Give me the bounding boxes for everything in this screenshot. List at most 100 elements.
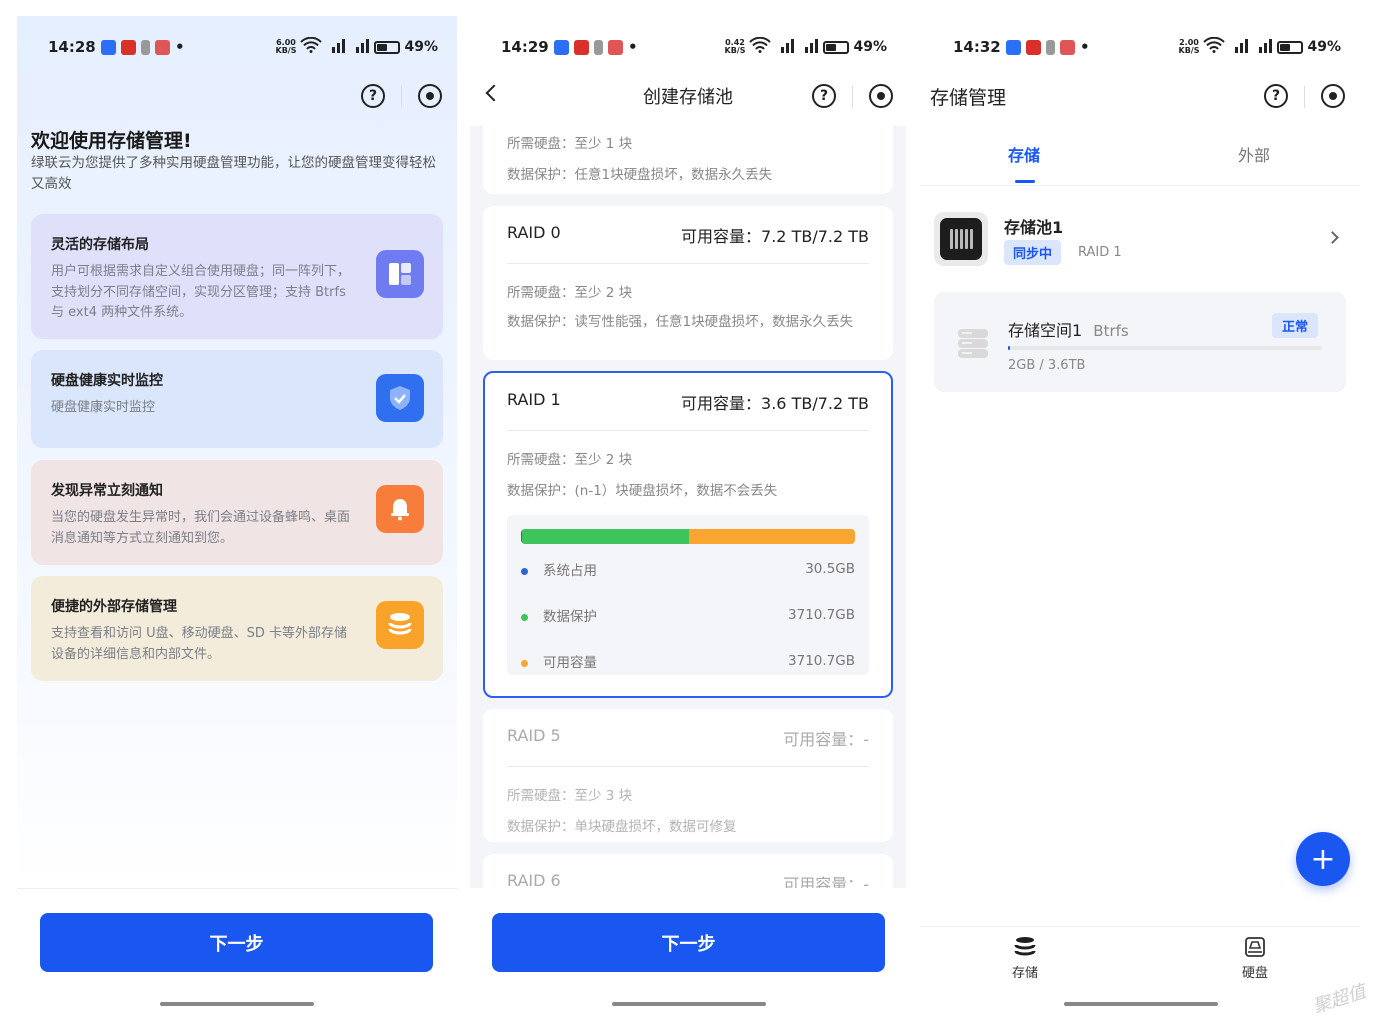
raid-capacity: 可用容量：7.2 TB/7.2 TB — [681, 227, 869, 246]
help-icon[interactable]: ? — [1264, 84, 1288, 108]
legend-row: 数据保护 3710.7GB — [521, 592, 855, 638]
battery-icon — [1277, 40, 1304, 54]
chevron-right-icon[interactable] — [1326, 231, 1339, 244]
layout-icon — [376, 250, 424, 298]
signal-icon — [350, 37, 370, 57]
next-button[interactable]: 下一步 — [492, 913, 885, 972]
raid-name: RAID 1 — [507, 390, 561, 409]
notification-icons: • — [1006, 38, 1090, 56]
battery-level: 49% — [404, 39, 438, 55]
hard-drive-icon — [1225, 936, 1285, 962]
pool-name[interactable]: 存储池1 — [1004, 214, 1063, 238]
divider — [1304, 86, 1305, 108]
home-indicator[interactable] — [160, 1002, 314, 1006]
add-button[interactable]: + — [1296, 832, 1350, 886]
app-icon — [1046, 39, 1055, 55]
feature-title: 发现异常立刻通知 — [51, 483, 163, 499]
home-indicator[interactable] — [1064, 1002, 1218, 1006]
status-bar: 14:28 • 6.00 KB/S 49% — [17, 36, 457, 58]
tab-indicator — [1015, 180, 1035, 183]
required-disks: 所需硬盘：至少 3 块 — [507, 788, 633, 804]
app-icon — [121, 39, 136, 55]
signal-icon — [799, 37, 819, 57]
app-icon — [141, 39, 150, 55]
status-bar: 14:29 • 0.42 KB/S 49% — [470, 36, 906, 58]
raid-header: RAID 0 可用容量：7.2 TB/7.2 TB — [507, 206, 869, 264]
nav-item-disk[interactable]: 硬盘 — [1225, 936, 1285, 981]
signal-icon — [326, 37, 346, 57]
more-dot-icon: • — [628, 38, 638, 56]
space-name: 存储空间1 — [1008, 321, 1083, 340]
raid-capacity: 可用容量：- — [783, 730, 869, 749]
alipay-icon — [101, 39, 116, 55]
system-indicators: 2.00 KB/S 49% — [1179, 36, 1341, 57]
raid-card-single[interactable]: 所需硬盘：至少 1 块 数据保护：任意1块硬盘损坏，数据永久丢失 — [483, 126, 893, 194]
capacity-bar — [521, 529, 855, 544]
divider — [920, 926, 1360, 927]
notification-icons: • — [554, 38, 638, 56]
feature-title: 灵活的存储布局 — [51, 237, 149, 253]
usage-bar-fill — [1008, 346, 1010, 350]
feature-card: 便捷的外部存储管理 支持查看和访问 U盘、移动硬盘、SD 卡等外部存储设备的详细… — [31, 576, 443, 681]
wifi-icon — [1203, 36, 1226, 57]
dot-icon — [521, 614, 528, 621]
bar-segment-protection — [522, 529, 689, 544]
space-title: 存储空间1 Btrfs — [1008, 317, 1129, 341]
home-indicator[interactable] — [612, 1002, 766, 1006]
raid-card-1[interactable]: RAID 1 可用容量：3.6 TB/7.2 TB 所需硬盘：至少 2 块 数据… — [483, 371, 893, 698]
more-dot-icon: • — [1080, 38, 1090, 56]
required-disks: 所需硬盘：至少 1 块 — [507, 136, 633, 152]
data-protection: 数据保护：(n-1）块硬盘损坏，数据不会丢失 — [507, 483, 778, 499]
wifi-icon — [749, 36, 772, 57]
divider — [852, 86, 853, 108]
status-badge: 正常 — [1272, 313, 1319, 338]
storage-manage-screen: 14:32 • 2.00 KB/S 49% 存储管理 ? 存储 外部 存储池1 同… — [920, 16, 1360, 1034]
battery-icon — [823, 40, 850, 54]
raid-card-0[interactable]: RAID 0 可用容量：7.2 TB/7.2 TB 所需硬盘：至少 2 块 数据… — [483, 206, 893, 360]
divider — [17, 888, 457, 889]
capacity-legend: 系统占用 30.5GB 数据保护 3710.7GB 可用容量 3710.7GB — [521, 546, 855, 684]
database-icon — [376, 601, 424, 649]
help-icon[interactable]: ? — [812, 84, 836, 108]
filesystem: Btrfs — [1093, 322, 1129, 340]
feature-title: 硬盘健康实时监控 — [51, 373, 163, 389]
divider — [401, 86, 402, 108]
legend-label: 数据保护 — [543, 609, 597, 625]
data-protection: 数据保护：单块硬盘损坏，数据可修复 — [507, 819, 737, 835]
create-pool-screen: 14:29 • 0.42 KB/S 49% 创建存储池 ? 所需硬盘：至少 1 块… — [470, 16, 906, 1034]
battery-icon — [374, 40, 401, 54]
feature-title: 便捷的外部存储管理 — [51, 599, 177, 615]
feature-desc: 当您的硬盘发生异常时，我们会通过设备蜂鸣、桌面消息通知等方式立刻通知到您。 — [51, 510, 351, 546]
app-icon — [594, 39, 603, 55]
welcome-screen: 14:28 • 6.00 KB/S 49% ? 欢迎使用存储管理! 绿联云为您提供… — [17, 16, 457, 1034]
next-button[interactable]: 下一步 — [40, 913, 433, 972]
clock: 14:29 — [501, 38, 549, 56]
tab-storage[interactable]: 存储 — [1008, 142, 1040, 166]
bar-segment-available — [688, 529, 855, 544]
feature-desc: 用户可根据需求自定义组合使用硬盘；同一阵列下，支持划分不同存储空间，实现分区管理… — [51, 264, 351, 320]
nav-item-storage[interactable]: 存储 — [995, 936, 1055, 981]
signal-icon — [775, 37, 795, 57]
clock: 14:28 — [48, 38, 96, 56]
tab-external[interactable]: 外部 — [1238, 142, 1270, 166]
target-icon[interactable] — [869, 84, 893, 108]
status-bar: 14:32 • 2.00 KB/S 49% — [920, 36, 1360, 58]
data-protection: 数据保护：任意1块硬盘损坏，数据永久丢失 — [507, 167, 773, 183]
feature-card: 发现异常立刻通知 当您的硬盘发生异常时，我们会通过设备蜂鸣、桌面消息通知等方式立… — [31, 460, 443, 565]
system-indicators: 0.42 KB/S 49% — [724, 36, 887, 57]
storage-space-card[interactable]: 存储空间1 Btrfs 正常 2GB / 3.6TB — [934, 292, 1346, 392]
dot-icon — [521, 660, 528, 667]
raid-name: RAID 5 — [507, 726, 561, 745]
net-speed: 0.42 KB/S — [724, 38, 746, 55]
legend-value: 30.5GB — [805, 561, 855, 577]
feature-card: 灵活的存储布局 用户可根据需求自定义组合使用硬盘；同一阵列下，支持划分不同存储空… — [31, 214, 443, 339]
legend-value: 3710.7GB — [788, 653, 855, 669]
target-icon[interactable] — [1321, 84, 1345, 108]
target-icon[interactable] — [418, 84, 442, 108]
signal-icon — [1229, 37, 1249, 57]
feature-desc: 硬盘健康实时监控 — [51, 400, 156, 415]
legend-label: 可用容量 — [543, 655, 597, 671]
page-title: 欢迎使用存储管理! — [31, 130, 192, 152]
feature-card: 硬盘健康实时监控 硬盘健康实时监控 — [31, 350, 443, 448]
help-icon[interactable]: ? — [361, 84, 385, 108]
